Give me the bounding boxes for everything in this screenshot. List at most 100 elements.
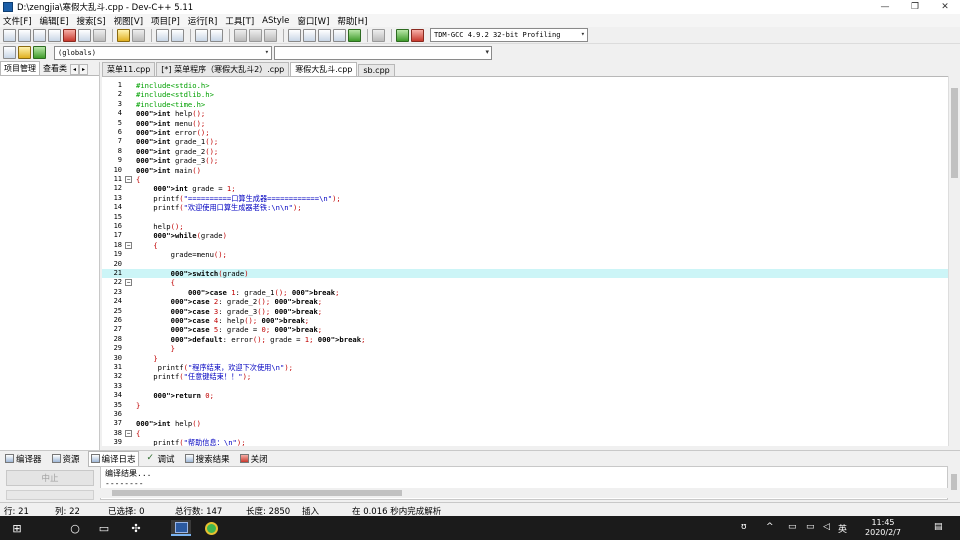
code-line[interactable]: 1 #include<stdio.h>	[102, 81, 948, 90]
code-line[interactable]: 34 000">return 0;	[102, 391, 948, 400]
minimize-button[interactable]: —	[870, 0, 900, 14]
code-line[interactable]: 39 printf("帮助信息：\n");	[102, 438, 948, 446]
code-line[interactable]: 11−{	[102, 175, 948, 184]
code-line[interactable]: 4 000">int help();	[102, 109, 948, 118]
tab-debug[interactable]: ✓ 调试	[145, 452, 177, 466]
people-icon[interactable]: ʊ	[741, 522, 747, 532]
code-line[interactable]: 18− {	[102, 241, 948, 250]
code-line[interactable]: 16 help();	[102, 222, 948, 231]
print-icon[interactable]	[93, 28, 106, 42]
globals-select[interactable]: (globals) ▾	[54, 45, 272, 60]
battery-icon[interactable]: ▭	[788, 522, 797, 532]
save-icon[interactable]	[33, 28, 46, 42]
code-line[interactable]: 13 printf("==========口算生成器============\n…	[102, 194, 948, 203]
replace-icon[interactable]	[171, 28, 184, 42]
open-file-icon[interactable]	[18, 28, 31, 42]
rebuild-icon[interactable]	[333, 28, 346, 42]
task-view-icon[interactable]: ▭	[96, 520, 112, 536]
code-line[interactable]: 32 printf("任意键结束！！");	[102, 372, 948, 381]
taskbar-clock[interactable]: 11:45 2020/2/7	[862, 518, 904, 538]
indent-left-icon[interactable]	[234, 28, 247, 42]
run-icon[interactable]	[303, 28, 316, 42]
fullscreen-icon[interactable]	[210, 28, 223, 42]
menu-window[interactable]: 窗口[W]	[297, 15, 329, 27]
code-line[interactable]: 27 000">case 5: grade = 0; 000">break;	[102, 325, 948, 334]
code-line[interactable]: 36	[102, 410, 948, 419]
tab-search-results[interactable]: 搜索结果	[183, 452, 232, 466]
tab-project[interactable]: 项目管理	[0, 61, 40, 75]
close-button[interactable]: ✕	[930, 0, 960, 14]
code-line[interactable]: 9 000">int grade_3();	[102, 156, 948, 165]
code-line[interactable]: 33	[102, 382, 948, 391]
output-vertical-scrollbar[interactable]	[948, 466, 960, 500]
volume-icon[interactable]: ◁	[823, 522, 830, 532]
code-line[interactable]: 8 000">int grade_2();	[102, 147, 948, 156]
code-line[interactable]: 5 000">int menu();	[102, 119, 948, 128]
scrollbar-thumb[interactable]	[112, 490, 402, 496]
menu-search[interactable]: 搜索[S]	[77, 15, 106, 27]
code-line[interactable]: 2 #include<stdlib.h>	[102, 90, 948, 99]
tab-close[interactable]: 关闭	[238, 452, 270, 466]
menu-project[interactable]: 项目[P]	[151, 15, 180, 27]
windows-start-icon[interactable]: ⊞	[9, 520, 25, 536]
editor-vertical-scrollbar[interactable]	[948, 76, 960, 446]
code-line[interactable]: 19 grade=menu();	[102, 250, 948, 259]
compile-run-icon[interactable]	[318, 28, 331, 42]
output-horizontal-scrollbar[interactable]	[100, 488, 948, 498]
menu-astyle[interactable]: AStyle	[262, 16, 289, 26]
compiler-select[interactable]: TDM-GCC 4.9.2 32-bit Profiling ▾	[430, 28, 588, 42]
show-hidden-icons-icon[interactable]: ^	[766, 522, 774, 532]
fold-toggle-icon[interactable]: −	[125, 279, 132, 287]
debug-icon[interactable]	[411, 28, 424, 42]
close-all-icon[interactable]	[78, 28, 91, 42]
code-line[interactable]: 38−{	[102, 429, 948, 438]
code-line[interactable]: 30 }	[102, 354, 948, 363]
devcpp-taskbar-icon[interactable]	[171, 520, 191, 536]
insert-icon[interactable]	[3, 46, 16, 59]
find-icon[interactable]	[156, 28, 169, 42]
new-file-icon[interactable]	[3, 28, 16, 42]
fold-toggle-icon[interactable]: −	[125, 429, 132, 437]
code-line[interactable]: 22− {	[102, 278, 948, 287]
menu-run[interactable]: 运行[R]	[188, 15, 218, 27]
goto-bookmark-icon[interactable]	[33, 46, 46, 59]
tab-classes[interactable]: 查看类	[40, 62, 70, 75]
maximize-button[interactable]: ❐	[900, 0, 930, 14]
fold-toggle-icon[interactable]: −	[125, 176, 132, 183]
code-line[interactable]: 24 000">case 2: grade_2(); 000">break;	[102, 297, 948, 306]
code-line[interactable]: 7 000">int grade_1();	[102, 137, 948, 146]
code-line[interactable]: 37 000">int help()	[102, 419, 948, 428]
menu-help[interactable]: 帮助[H]	[337, 15, 367, 27]
tab-scroll-left-icon[interactable]: ◂	[70, 64, 79, 75]
code-line[interactable]: 29 }	[102, 344, 948, 353]
code-line[interactable]: 28 000">default: error(); grade = 1; 000…	[102, 335, 948, 344]
code-line[interactable]: 23 000">case 1: grade_1(); 000">break;	[102, 288, 948, 297]
code-line[interactable]: 21 000">switch(grade)	[102, 269, 948, 279]
code-line[interactable]: 35}	[102, 401, 948, 410]
menu-tools[interactable]: 工具[T]	[225, 15, 254, 27]
code-line[interactable]: 31 printf("程序结束，欢迎下次使用\n");	[102, 363, 948, 372]
editor-tab[interactable]: sb.cpp	[358, 64, 395, 76]
abort-compile-button[interactable]: 中止	[6, 470, 94, 486]
menu-edit[interactable]: 编辑[E]	[40, 15, 69, 27]
code-line[interactable]: 25 000">case 3: grade_3(); 000">break;	[102, 307, 948, 316]
delete-icon[interactable]	[372, 28, 385, 42]
fold-toggle-icon[interactable]: −	[125, 241, 132, 249]
indent-right-icon[interactable]	[249, 28, 262, 42]
save-all-icon[interactable]	[48, 28, 61, 42]
menu-view[interactable]: 视图[V]	[114, 15, 143, 27]
code-line[interactable]: 20	[102, 260, 948, 269]
tab-compile-log[interactable]: 编译日志	[87, 450, 139, 467]
ime-indicator[interactable]: 英	[838, 522, 847, 535]
chart-icon[interactable]	[396, 28, 409, 42]
syntax-check-icon[interactable]	[348, 28, 361, 42]
toggle-bookmark-icon[interactable]	[18, 46, 31, 59]
goto-line-icon[interactable]	[195, 28, 208, 42]
search-icon[interactable]: ○	[67, 520, 83, 536]
code-editor[interactable]: 1 #include<stdio.h> 2 #include<stdlib.h> 3 #i…	[102, 76, 948, 446]
compile-icon[interactable]	[288, 28, 301, 42]
editor-tab[interactable]: [*] 菜单程序（寒假大乱斗2）.cpp	[156, 62, 290, 76]
tab-resources[interactable]: 资源	[50, 452, 82, 466]
tab-compiler[interactable]: 编译器	[3, 452, 44, 466]
editor-tab-active[interactable]: 寒假大乱斗.cpp	[290, 62, 358, 76]
